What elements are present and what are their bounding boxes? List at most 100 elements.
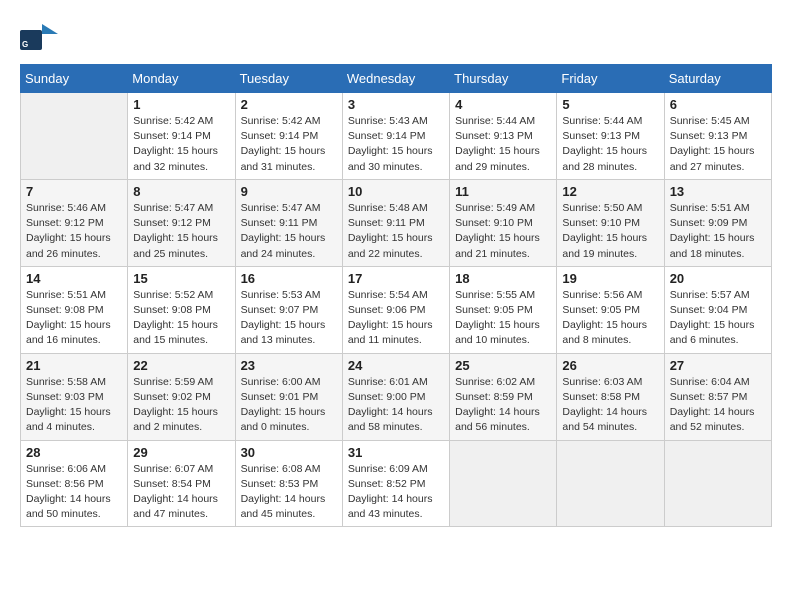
day-info: Sunrise: 6:00 AMSunset: 9:01 PMDaylight:… [241, 375, 337, 436]
page-header: G [20, 20, 772, 54]
day-info: Sunrise: 5:57 AMSunset: 9:04 PMDaylight:… [670, 288, 766, 349]
calendar-cell: 21 Sunrise: 5:58 AMSunset: 9:03 PMDayligh… [21, 353, 128, 440]
day-info: Sunrise: 5:42 AMSunset: 9:14 PMDaylight:… [241, 114, 337, 175]
day-info: Sunrise: 5:45 AMSunset: 9:13 PMDaylight:… [670, 114, 766, 175]
day-number: 7 [26, 184, 122, 199]
calendar-week-4: 21 Sunrise: 5:58 AMSunset: 9:03 PMDayligh… [21, 353, 772, 440]
day-number: 31 [348, 445, 444, 460]
day-info: Sunrise: 5:51 AMSunset: 9:08 PMDaylight:… [26, 288, 122, 349]
weekday-header-tuesday: Tuesday [235, 65, 342, 93]
calendar-cell: 14 Sunrise: 5:51 AMSunset: 9:08 PMDayligh… [21, 266, 128, 353]
calendar-cell: 9Sunrise: 5:47 AMSunset: 9:11 PMDaylight… [235, 179, 342, 266]
day-number: 4 [455, 97, 551, 112]
day-number: 30 [241, 445, 337, 460]
calendar-cell: 29 Sunrise: 6:07 AMSunset: 8:54 PMDayligh… [128, 440, 235, 527]
calendar-cell: 24 Sunrise: 6:01 AMSunset: 9:00 PMDayligh… [342, 353, 449, 440]
day-info: Sunrise: 5:52 AMSunset: 9:08 PMDaylight:… [133, 288, 229, 349]
day-number: 11 [455, 184, 551, 199]
day-number: 1 [133, 97, 229, 112]
day-number: 16 [241, 271, 337, 286]
day-number: 22 [133, 358, 229, 373]
day-number: 20 [670, 271, 766, 286]
day-info: Sunrise: 6:01 AMSunset: 9:00 PMDaylight:… [348, 375, 444, 436]
day-info: Sunrise: 6:09 AMSunset: 8:52 PMDaylight:… [348, 462, 444, 523]
calendar-week-2: 7 Sunrise: 5:46 AMSunset: 9:12 PMDaylight… [21, 179, 772, 266]
day-number: 28 [26, 445, 122, 460]
calendar-cell: 20 Sunrise: 5:57 AMSunset: 9:04 PMDayligh… [664, 266, 771, 353]
day-info: Sunrise: 5:44 AMSunset: 9:13 PMDaylight:… [562, 114, 658, 175]
weekday-header-saturday: Saturday [664, 65, 771, 93]
day-number: 3 [348, 97, 444, 112]
day-info: Sunrise: 5:48 AMSunset: 9:11 PMDaylight:… [348, 201, 444, 262]
weekday-header-monday: Monday [128, 65, 235, 93]
day-number: 27 [670, 358, 766, 373]
weekday-header-sunday: Sunday [21, 65, 128, 93]
calendar-cell [664, 440, 771, 527]
day-number: 18 [455, 271, 551, 286]
day-number: 12 [562, 184, 658, 199]
day-number: 13 [670, 184, 766, 199]
day-info: Sunrise: 6:02 AMSunset: 8:59 PMDaylight:… [455, 375, 551, 436]
calendar-cell: 17 Sunrise: 5:54 AMSunset: 9:06 PMDayligh… [342, 266, 449, 353]
day-info: Sunrise: 6:08 AMSunset: 8:53 PMDaylight:… [241, 462, 337, 523]
day-info: Sunrise: 5:47 AMSunset: 9:11 PMDaylight:… [241, 201, 337, 262]
calendar-cell: 30 Sunrise: 6:08 AMSunset: 8:53 PMDayligh… [235, 440, 342, 527]
day-info: Sunrise: 5:42 AMSunset: 9:14 PMDaylight:… [133, 114, 229, 175]
calendar-cell: 18 Sunrise: 5:55 AMSunset: 9:05 PMDayligh… [450, 266, 557, 353]
day-info: Sunrise: 5:46 AMSunset: 9:12 PMDaylight:… [26, 201, 122, 262]
day-info: Sunrise: 5:49 AMSunset: 9:10 PMDaylight:… [455, 201, 551, 262]
day-number: 19 [562, 271, 658, 286]
day-number: 26 [562, 358, 658, 373]
day-info: Sunrise: 5:58 AMSunset: 9:03 PMDaylight:… [26, 375, 122, 436]
weekday-header-wednesday: Wednesday [342, 65, 449, 93]
day-info: Sunrise: 5:54 AMSunset: 9:06 PMDaylight:… [348, 288, 444, 349]
day-number: 24 [348, 358, 444, 373]
day-number: 6 [670, 97, 766, 112]
day-number: 23 [241, 358, 337, 373]
day-number: 25 [455, 358, 551, 373]
day-info: Sunrise: 5:43 AMSunset: 9:14 PMDaylight:… [348, 114, 444, 175]
calendar-cell: 3 Sunrise: 5:43 AMSunset: 9:14 PMDaylight… [342, 93, 449, 180]
day-number: 10 [348, 184, 444, 199]
calendar-cell: 1 Sunrise: 5:42 AMSunset: 9:14 PMDaylight… [128, 93, 235, 180]
day-info: Sunrise: 5:51 AMSunset: 9:09 PMDaylight:… [670, 201, 766, 262]
day-info: Sunrise: 6:07 AMSunset: 8:54 PMDaylight:… [133, 462, 229, 523]
calendar-week-1: 1 Sunrise: 5:42 AMSunset: 9:14 PMDaylight… [21, 93, 772, 180]
svg-text:G: G [22, 40, 28, 49]
day-info: Sunrise: 5:44 AMSunset: 9:13 PMDaylight:… [455, 114, 551, 175]
day-info: Sunrise: 6:06 AMSunset: 8:56 PMDaylight:… [26, 462, 122, 523]
logo-icon: G [20, 20, 58, 54]
day-info: Sunrise: 6:03 AMSunset: 8:58 PMDaylight:… [562, 375, 658, 436]
calendar-cell [450, 440, 557, 527]
day-number: 8 [133, 184, 229, 199]
calendar-week-3: 14 Sunrise: 5:51 AMSunset: 9:08 PMDayligh… [21, 266, 772, 353]
calendar-cell: 10 Sunrise: 5:48 AMSunset: 9:11 PMDayligh… [342, 179, 449, 266]
day-number: 14 [26, 271, 122, 286]
calendar-cell: 2 Sunrise: 5:42 AMSunset: 9:14 PMDaylight… [235, 93, 342, 180]
weekday-header-thursday: Thursday [450, 65, 557, 93]
logo: G [20, 20, 62, 54]
day-info: Sunrise: 5:56 AMSunset: 9:05 PMDaylight:… [562, 288, 658, 349]
day-info: Sunrise: 5:55 AMSunset: 9:05 PMDaylight:… [455, 288, 551, 349]
calendar-cell: 4 Sunrise: 5:44 AMSunset: 9:13 PMDaylight… [450, 93, 557, 180]
day-info: Sunrise: 6:04 AMSunset: 8:57 PMDaylight:… [670, 375, 766, 436]
calendar-cell: 8Sunrise: 5:47 AMSunset: 9:12 PMDaylight… [128, 179, 235, 266]
calendar-cell: 7 Sunrise: 5:46 AMSunset: 9:12 PMDaylight… [21, 179, 128, 266]
day-info: Sunrise: 5:50 AMSunset: 9:10 PMDaylight:… [562, 201, 658, 262]
day-number: 21 [26, 358, 122, 373]
weekday-header-row: SundayMondayTuesdayWednesdayThursdayFrid… [21, 65, 772, 93]
calendar-cell: 12 Sunrise: 5:50 AMSunset: 9:10 PMDayligh… [557, 179, 664, 266]
day-number: 17 [348, 271, 444, 286]
calendar-cell: 26 Sunrise: 6:03 AMSunset: 8:58 PMDayligh… [557, 353, 664, 440]
day-number: 15 [133, 271, 229, 286]
calendar-cell: 25 Sunrise: 6:02 AMSunset: 8:59 PMDayligh… [450, 353, 557, 440]
calendar-cell: 16Sunrise: 5:53 AMSunset: 9:07 PMDayligh… [235, 266, 342, 353]
calendar-cell [557, 440, 664, 527]
day-number: 29 [133, 445, 229, 460]
calendar-cell: 5Sunrise: 5:44 AMSunset: 9:13 PMDaylight… [557, 93, 664, 180]
day-number: 2 [241, 97, 337, 112]
calendar-cell: 13 Sunrise: 5:51 AMSunset: 9:09 PMDayligh… [664, 179, 771, 266]
calendar-header: SundayMondayTuesdayWednesdayThursdayFrid… [21, 65, 772, 93]
calendar-cell: 28 Sunrise: 6:06 AMSunset: 8:56 PMDayligh… [21, 440, 128, 527]
calendar-cell: 19 Sunrise: 5:56 AMSunset: 9:05 PMDayligh… [557, 266, 664, 353]
